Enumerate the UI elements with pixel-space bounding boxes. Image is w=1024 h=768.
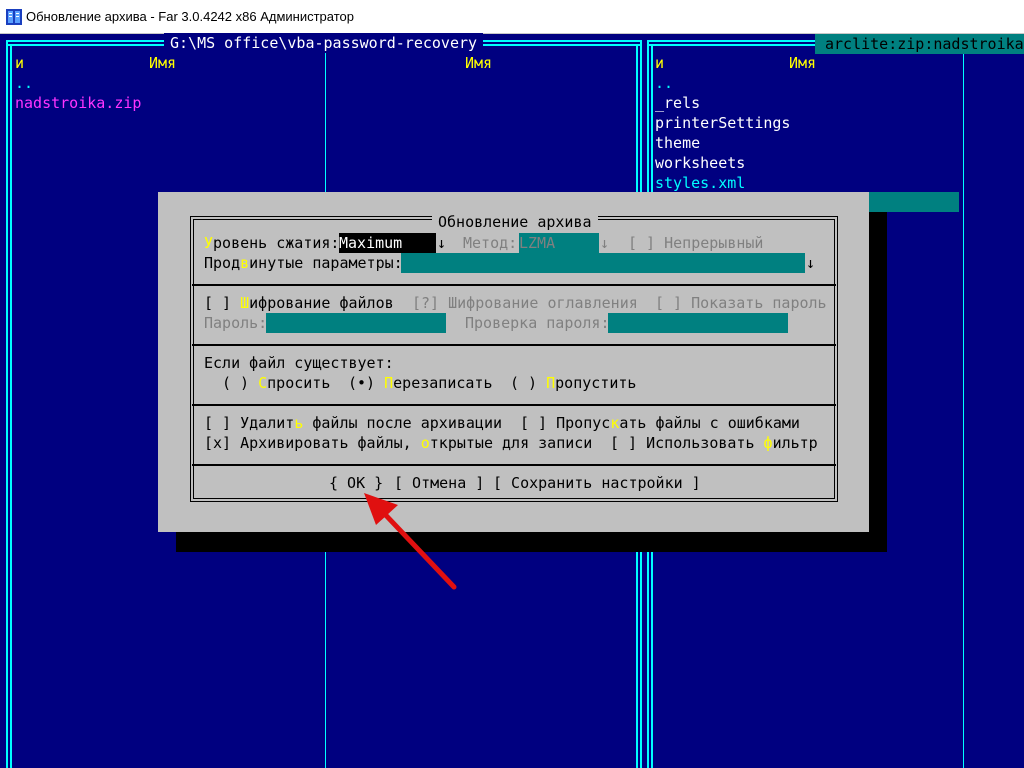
separator [192, 404, 836, 406]
right-col-n-header: и [655, 54, 665, 72]
left-col-name-header-2: Имя [465, 54, 493, 72]
method-label: Метод: [463, 234, 518, 252]
method-combo[interactable]: LZMA [519, 233, 599, 253]
compression-level-combo[interactable]: Maximum [339, 233, 436, 253]
annotation-arrow-icon [364, 493, 457, 590]
advanced-params-label: Продвинутые параметры: [204, 254, 403, 272]
save-settings-button[interactable]: [ Сохранить настройки ] [493, 473, 701, 493]
compression-label: Уровень сжатия: [204, 234, 340, 252]
show-password-checkbox[interactable]: [ ] Показать пароль [655, 293, 827, 313]
password-check-label: Проверка пароля: [465, 314, 610, 332]
left-col-n-header: и [15, 54, 25, 72]
password-label: Пароль: [204, 314, 268, 332]
encrypt-files-checkbox[interactable]: [ ] Шифрование файлов [204, 293, 394, 313]
method-dropdown-arrow-icon[interactable]: ↓ [600, 233, 609, 253]
right-item-rels[interactable]: _rels [655, 93, 700, 113]
password-input[interactable] [266, 313, 446, 333]
radio-overwrite[interactable]: (•) Перезаписать [348, 373, 493, 393]
encrypt-header-checkbox[interactable]: [?] Шифрование оглавления [412, 293, 638, 313]
archive-open-checkbox[interactable]: [x] Архивировать файлы, открытые для зап… [204, 433, 592, 453]
far-manager-icon [6, 9, 22, 25]
right-col-name-header: Имя [789, 54, 817, 72]
password-check-input[interactable] [608, 313, 788, 333]
compression-dropdown-arrow-icon[interactable]: ↓ [437, 233, 446, 253]
radio-skip[interactable]: ( ) Пропустить [510, 373, 636, 393]
window-titlebar: Обновление архива - Far 3.0.4242 x86 Адм… [0, 0, 1024, 34]
update-archive-dialog: Обновление архива Уровень сжатия: Maximu… [158, 192, 869, 532]
solid-checkbox[interactable]: [ ] Непрерывный [628, 233, 763, 253]
left-item-file[interactable]: nadstroika.zip [15, 93, 141, 113]
right-item-theme[interactable]: theme [655, 133, 700, 153]
advanced-params-dropdown-arrow-icon[interactable]: ↓ [806, 253, 815, 273]
left-panel-path: G:\MS office\vba-password-recovery [164, 33, 484, 53]
skip-errors-checkbox[interactable]: [ ] Пропускать файлы с ошибками [520, 413, 800, 433]
use-filter-checkbox[interactable]: [ ] Использовать фильтр [610, 433, 818, 453]
separator [192, 284, 836, 286]
delete-after-checkbox[interactable]: [ ] Удалить файлы после архивации [204, 413, 502, 433]
far-console: G:\MS office\vba-password-recovery и Имя… [0, 33, 1024, 768]
dialog-title: Обновление архива [432, 212, 598, 232]
if-exists-label: Если файл существует: [204, 354, 394, 372]
right-panel-title: arclite:zip:nadstroika [815, 34, 1024, 54]
separator [192, 464, 836, 466]
left-col-name-header: Имя [149, 54, 177, 72]
advanced-params-input[interactable] [401, 253, 805, 273]
right-item-worksheets[interactable]: worksheets [655, 153, 745, 173]
right-item-styles[interactable]: styles.xml [655, 173, 745, 193]
radio-ask[interactable]: ( ) Спросить [222, 373, 330, 393]
right-item-printersettings[interactable]: printerSettings [655, 113, 790, 133]
window-title: Обновление архива - Far 3.0.4242 x86 Адм… [26, 9, 354, 24]
left-item-parent[interactable]: .. [15, 73, 33, 93]
separator [192, 344, 836, 346]
right-item-parent[interactable]: .. [655, 73, 673, 93]
